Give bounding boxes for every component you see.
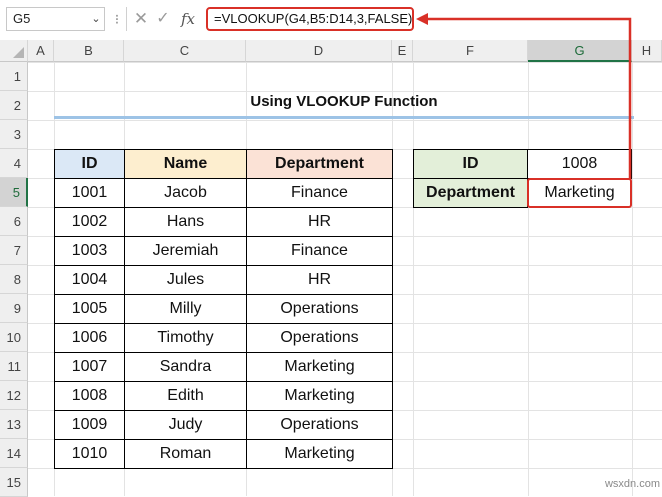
- column-header-g[interactable]: G: [528, 40, 632, 62]
- column-header-a[interactable]: A: [28, 40, 54, 62]
- enter-icon[interactable]: ✓: [154, 7, 172, 31]
- cell-department[interactable]: Marketing: [246, 439, 393, 469]
- cell-id[interactable]: 1009: [54, 410, 125, 440]
- row-header-10[interactable]: 10: [0, 323, 28, 352]
- row-header-11[interactable]: 11: [0, 352, 28, 381]
- cell-department[interactable]: Operations: [246, 410, 393, 440]
- column-header-c[interactable]: C: [124, 40, 246, 62]
- chevron-down-icon[interactable]: ⌄: [88, 7, 104, 31]
- cell-name[interactable]: Roman: [124, 439, 247, 469]
- cell-id[interactable]: 1006: [54, 323, 125, 353]
- column-header-h[interactable]: H: [632, 40, 662, 62]
- select-all-triangle-icon: [13, 47, 24, 58]
- row-header-13[interactable]: 13: [0, 410, 28, 439]
- lookup-id-value[interactable]: 1008: [527, 149, 632, 179]
- row-header-7[interactable]: 7: [0, 236, 28, 265]
- lookup-id-label[interactable]: ID: [413, 149, 528, 179]
- grid-column-line: [413, 62, 414, 496]
- cell-name[interactable]: Jules: [124, 265, 247, 295]
- header-id[interactable]: ID: [54, 149, 125, 179]
- cell-department[interactable]: Finance: [246, 178, 393, 208]
- cell-id[interactable]: 1010: [54, 439, 125, 469]
- cell-department[interactable]: Marketing: [246, 381, 393, 411]
- column-header-d[interactable]: D: [246, 40, 392, 62]
- sheet-title[interactable]: Using VLOOKUP Function: [54, 89, 634, 115]
- lookup-department-result[interactable]: Marketing: [527, 178, 632, 208]
- cell-id[interactable]: 1008: [54, 381, 125, 411]
- column-header-f[interactable]: F: [413, 40, 528, 62]
- row-header-6[interactable]: 6: [0, 207, 28, 236]
- grid-column-line: [632, 62, 633, 496]
- title-underline: [54, 116, 634, 119]
- grid-column-line: [528, 62, 529, 496]
- cell-id[interactable]: 1005: [54, 294, 125, 324]
- cell-name[interactable]: Timothy: [124, 323, 247, 353]
- cell-name[interactable]: Edith: [124, 381, 247, 411]
- cell-id[interactable]: 1003: [54, 236, 125, 266]
- row-header-8[interactable]: 8: [0, 265, 28, 294]
- formula-input[interactable]: =VLOOKUP(G4,B5:D14,3,FALSE): [206, 7, 414, 31]
- row-header-14[interactable]: 14: [0, 439, 28, 468]
- cell-id[interactable]: 1007: [54, 352, 125, 382]
- cell-name[interactable]: Sandra: [124, 352, 247, 382]
- cell-department[interactable]: HR: [246, 265, 393, 295]
- cell-name[interactable]: Judy: [124, 410, 247, 440]
- cell-department[interactable]: HR: [246, 207, 393, 237]
- row-header-2[interactable]: 2: [0, 91, 28, 120]
- cancel-icon[interactable]: ✕: [132, 7, 150, 31]
- cell-name[interactable]: Jeremiah: [124, 236, 247, 266]
- row-header-1[interactable]: 1: [0, 62, 28, 91]
- header-name[interactable]: Name: [124, 149, 247, 179]
- cell-id[interactable]: 1004: [54, 265, 125, 295]
- column-header-e[interactable]: E: [392, 40, 413, 62]
- cell-department[interactable]: Operations: [246, 323, 393, 353]
- lookup-department-label[interactable]: Department: [413, 178, 528, 208]
- cell-name[interactable]: Hans: [124, 207, 247, 237]
- insert-function-icon[interactable]: fx: [178, 7, 198, 31]
- cell-id[interactable]: 1002: [54, 207, 125, 237]
- header-department[interactable]: Department: [246, 149, 393, 179]
- row-header-12[interactable]: 12: [0, 381, 28, 410]
- cell-department[interactable]: Finance: [246, 236, 393, 266]
- row-header-15[interactable]: 15: [0, 468, 28, 497]
- cell-name[interactable]: Jacob: [124, 178, 247, 208]
- row-header-3[interactable]: 3: [0, 120, 28, 149]
- row-header-5[interactable]: 5: [0, 178, 28, 207]
- cell-name[interactable]: Milly: [124, 294, 247, 324]
- watermark: wsxdn.com: [604, 478, 660, 490]
- drag-handle-icon[interactable]: ⁝: [112, 8, 122, 30]
- cell-department[interactable]: Operations: [246, 294, 393, 324]
- cell-department[interactable]: Marketing: [246, 352, 393, 382]
- column-header-b[interactable]: B: [54, 40, 124, 62]
- row-header-9[interactable]: 9: [0, 294, 28, 323]
- row-header-4[interactable]: 4: [0, 149, 28, 178]
- cell-id[interactable]: 1001: [54, 178, 125, 208]
